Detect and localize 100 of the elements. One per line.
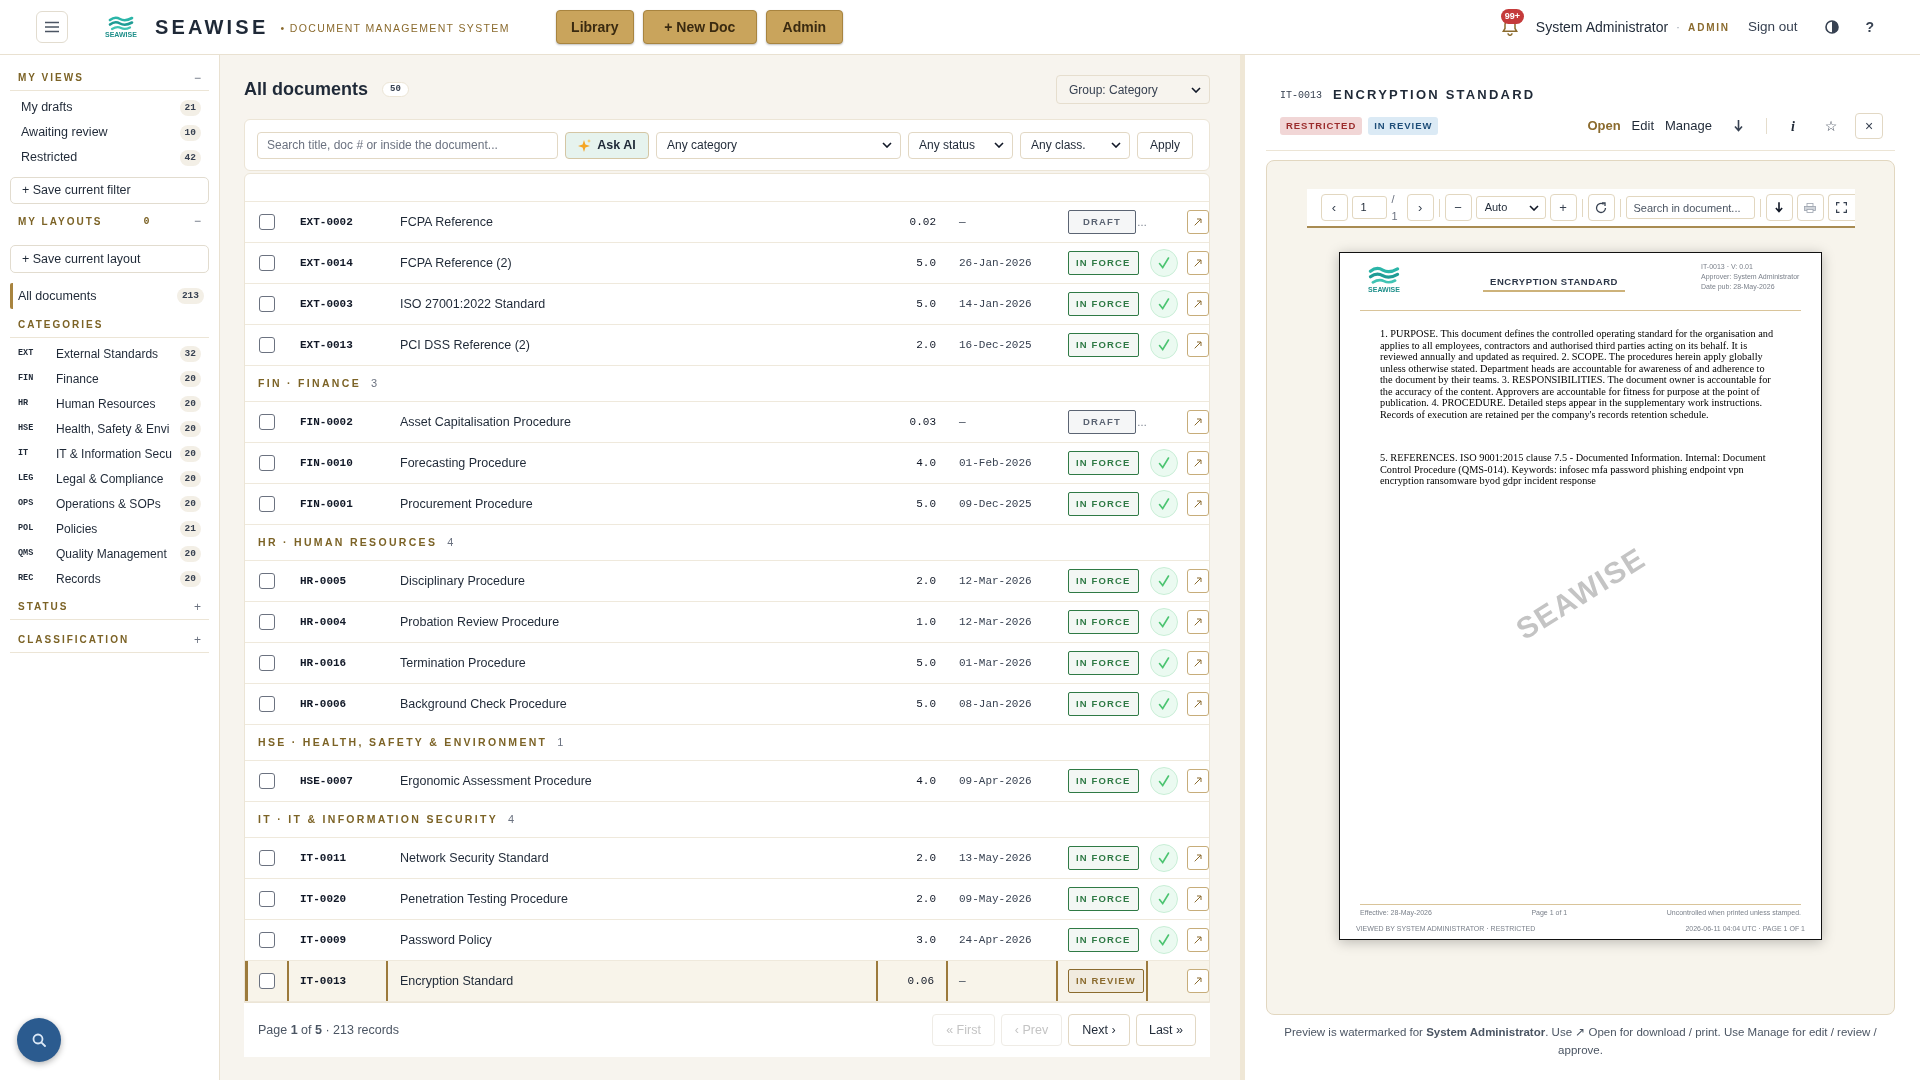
row-checkbox[interactable] [259,614,275,630]
close-button[interactable]: × [1855,113,1883,139]
doc-number: IT-0009 [300,932,347,948]
version-number: 5.0 [916,696,936,712]
status-badge: IN FORCE [1068,451,1139,475]
row-checkbox[interactable] [259,337,275,353]
arrow-up-right-icon [1194,259,1202,267]
category-item[interactable]: POL Policies 21 [10,516,209,541]
row-checkbox[interactable] [259,696,275,712]
status-badge: RESTRICTED [1280,117,1363,135]
section-toggle[interactable]: + [194,600,201,613]
date-text: 09-May-2026 [959,891,1032,907]
save-layout-button[interactable]: + Save current layout [10,245,209,273]
preview-title: ENCRYPTION STANDARD [1333,86,1536,105]
count-badge: 21 [179,520,201,537]
sidebar-item[interactable]: Restricted 42 [10,145,209,170]
page-number-field[interactable]: 1 [1351,196,1388,219]
chevron-down-icon [1528,204,1539,211]
row-checkbox[interactable] [259,773,275,789]
nav-button[interactable]: Library [555,10,634,44]
zoom-select[interactable]: Auto [1475,196,1546,219]
search-field[interactable]: Search title, doc # or inside the document... [257,131,558,159]
status-badge: IN FORCE [1068,333,1139,357]
status-badge: IN FORCE [1068,251,1139,275]
count-badge: 32 [179,345,201,362]
row-checkbox[interactable] [259,850,275,866]
section-heading: MY VIEWS [18,71,84,85]
pagination-summary: Page 1 of 5 · 213 records [258,1021,400,1039]
count-badge: 20 [179,570,201,587]
fullscreen-button[interactable] [1827,194,1855,221]
sign-out-link[interactable]: Sign out [1747,16,1798,38]
row-checkbox[interactable] [259,973,275,989]
help-button[interactable]: ? [1865,16,1874,38]
row-checkbox[interactable] [259,932,275,948]
category-item[interactable]: HR Human Resources 20 [10,391,209,416]
document-title: Forecasting Procedure [400,454,527,472]
apply-button[interactable]: Apply [1137,131,1193,159]
filter-select[interactable]: Any category [656,131,901,159]
nav-button[interactable]: Admin [765,10,843,44]
category-item[interactable]: OPS Operations & SOPs 20 [10,491,209,516]
document-title: Password Policy [400,931,492,949]
section-toggle[interactable]: − [194,71,201,84]
save-filter-button[interactable]: + Save current filter [10,177,209,204]
theme-toggle-button[interactable] [1825,20,1840,34]
doc-number: EXT-0003 [300,296,353,312]
rotate-button[interactable] [1587,194,1615,221]
row-checkbox[interactable] [259,414,275,430]
info-button[interactable]: i [1779,113,1807,139]
next-page-button[interactable]: › [1406,194,1434,221]
section-toggle[interactable]: + [194,633,201,646]
ask-ai-button[interactable]: Ask AI [565,131,649,159]
sidebar-item[interactable]: All documents 213 [10,283,209,309]
row-checkbox[interactable] [259,214,275,230]
version-number: 3.0 [916,932,936,948]
date-text: 12-Mar-2026 [959,614,1032,630]
version-number: 2.0 [916,850,936,866]
category-item[interactable]: LEG Legal & Compliance 20 [10,466,209,491]
zoom-out-button[interactable]: − [1444,194,1472,221]
row-checkbox[interactable] [259,655,275,671]
row-checkbox[interactable] [259,496,275,512]
version-number: 5.0 [916,296,936,312]
group-by-select[interactable]: Group: Category [1056,75,1210,104]
nav-button[interactable]: + New Doc [642,10,757,44]
category-item[interactable]: EXT External Standards 32 [10,341,209,366]
row-checkbox[interactable] [259,255,275,271]
document-title: Procurement Procedure [400,495,533,513]
status-badge: DRAFT [1068,410,1136,434]
action-link[interactable]: Edit [1631,116,1654,136]
sidebar-item[interactable]: Awaiting review 10 [10,120,209,145]
pagination-button[interactable]: Next › [1068,1014,1130,1046]
version-number: 5.0 [916,655,936,671]
zoom-in-button[interactable]: + [1549,194,1577,221]
category-item[interactable]: IT IT & Information Secu 20 [10,441,209,466]
filter-select[interactable]: Any class. [1020,131,1130,159]
separator-dot: · [1676,19,1681,36]
star-button[interactable]: ☆ [1817,113,1845,139]
document-row[interactable]: IT-0013 Encryption Standard 0.06 — IN REVIEW [245,961,1209,1002]
pagination-button[interactable]: Last » [1136,1014,1196,1046]
document-search-field[interactable]: Search in document... [1625,196,1755,219]
row-checkbox[interactable] [259,296,275,312]
row-checkbox[interactable] [259,891,275,907]
category-item[interactable]: REC Records 20 [10,566,209,591]
action-link[interactable]: Open [1587,116,1621,136]
row-checkbox[interactable] [259,573,275,589]
doc-number: HR-0004 [300,614,347,630]
filter-select[interactable]: Any status [908,131,1013,159]
category-item[interactable]: QMS Quality Management 20 [10,541,209,566]
sidebar-item[interactable]: My drafts 21 [10,95,209,120]
category-item[interactable]: FIN Finance 20 [10,366,209,391]
print-icon [1804,202,1816,213]
category-item[interactable]: HSE Health, Safety & Envi 20 [10,416,209,441]
row-checkbox[interactable] [259,455,275,471]
arrow-up-right-icon [1194,659,1202,667]
count-badge: 213 [176,288,204,304]
previous-page-button[interactable]: ‹ [1320,194,1348,221]
section-toggle[interactable]: − [194,215,201,227]
download-button[interactable] [1765,194,1793,221]
document-paragraph: 1. PURPOSE. This document defines the controlled operating standard for the organisation and applies to all employees, contractors and authorised third parties acting on its behalf. It is reviewed annually and updated as required. 2. SCOPE. The procedures herein apply globally unless otherwise stated. Department heads are accountable for awareness of and adherence to the document by their teams. 3. RESPONSIBILITIES. The document owner is accountable for the accuracy of the content. Approvers are accountable for fitness for purpose at the point of publication. 4. PROCEDURE. Detailed steps appear in the supplementary work instructions. Records of execution are retained per the company's records retention schedule. [1379,328,1775,420]
menu-button[interactable] [36,11,68,43]
action-link[interactable]: Manage [1665,116,1712,136]
